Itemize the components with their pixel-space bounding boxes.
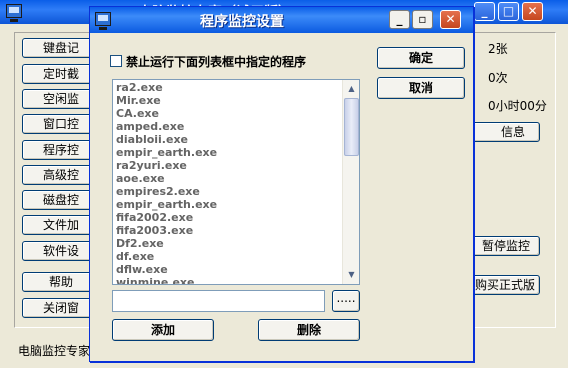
list-item[interactable]: CA.exe bbox=[116, 107, 342, 120]
list-item[interactable]: fifa2003.exe bbox=[116, 224, 342, 237]
block-programs-label: 禁止运行下面列表框中指定的程序 bbox=[126, 55, 307, 69]
program-list-items: ra2.exe Mir.exe CA.exe amped.exe diabloii.ex… bbox=[116, 81, 342, 284]
list-item[interactable]: amped.exe bbox=[116, 120, 342, 133]
info-button[interactable]: 信息 bbox=[470, 122, 540, 142]
list-item[interactable]: aoe.exe bbox=[116, 172, 342, 185]
list-item[interactable]: diabloii.exe bbox=[116, 133, 342, 146]
scroll-up-icon[interactable]: ▲ bbox=[344, 81, 359, 97]
status-text: 电脑监控专家 bbox=[18, 344, 91, 358]
program-name-input[interactable] bbox=[112, 290, 325, 312]
scroll-thumb[interactable] bbox=[344, 98, 359, 156]
buy-full-version-button[interactable]: 购买正式版 bbox=[472, 275, 540, 295]
minimize-icon[interactable]: _ bbox=[474, 2, 495, 21]
close-icon[interactable]: ✕ bbox=[522, 2, 543, 21]
list-item[interactable]: df.exe bbox=[116, 250, 342, 263]
app-window-icon-stand bbox=[10, 19, 18, 22]
list-item[interactable]: fifa2002.exe bbox=[116, 211, 342, 224]
dialog-close-icon[interactable]: ✕ bbox=[440, 10, 461, 29]
app-window-icon bbox=[6, 4, 22, 18]
dialog-maximize-icon[interactable]: ▫ bbox=[412, 10, 433, 29]
dialog-title: 程序监控设置 bbox=[200, 14, 284, 30]
block-programs-checkbox[interactable] bbox=[110, 55, 122, 67]
list-item[interactable]: Df2.exe bbox=[116, 237, 342, 250]
list-item[interactable]: dflw.exe bbox=[116, 263, 342, 276]
dialog-minimize-icon[interactable]: _ bbox=[389, 10, 410, 29]
ok-button[interactable]: 确定 bbox=[377, 47, 465, 69]
list-item[interactable]: empires2.exe bbox=[116, 185, 342, 198]
scroll-down-icon[interactable]: ▼ bbox=[344, 267, 359, 283]
block-programs-option[interactable]: 禁止运行下面列表框中指定的程序 bbox=[110, 53, 350, 69]
dialog-window-icon-stand bbox=[99, 27, 107, 30]
list-item[interactable]: empir_earth.exe bbox=[116, 198, 342, 211]
list-item[interactable]: ra2.exe bbox=[116, 81, 342, 94]
monitor-duration: 0小时00分 bbox=[488, 99, 547, 113]
screenshot-count: 2张 bbox=[488, 42, 508, 56]
program-list[interactable]: ra2.exe Mir.exe CA.exe amped.exe diabloii.ex… bbox=[112, 79, 360, 285]
program-list-scrollbar[interactable]: ▲ ▼ bbox=[342, 80, 359, 284]
dialog-window-icon bbox=[95, 12, 111, 26]
list-item[interactable]: ra2yuri.exe bbox=[116, 159, 342, 172]
cancel-button[interactable]: 取消 bbox=[377, 77, 465, 99]
program-monitor-dialog: 程序监控设置 _ ▫ ✕ 禁止运行下面列表框中指定的程序 ra2.exe Mir.… bbox=[89, 6, 474, 362]
record-count: 0次 bbox=[488, 71, 508, 85]
list-item[interactable]: winmine.exe bbox=[116, 276, 342, 284]
maximize-icon[interactable]: □ bbox=[498, 2, 519, 21]
browse-button[interactable]: ..... bbox=[332, 290, 360, 312]
list-item[interactable]: Mir.exe bbox=[116, 94, 342, 107]
add-button[interactable]: 添加 bbox=[112, 319, 214, 341]
pause-monitor-button[interactable]: 暂停监控 bbox=[472, 236, 540, 256]
list-item[interactable]: empir_earth.exe bbox=[116, 146, 342, 159]
delete-button[interactable]: 删除 bbox=[258, 319, 360, 341]
